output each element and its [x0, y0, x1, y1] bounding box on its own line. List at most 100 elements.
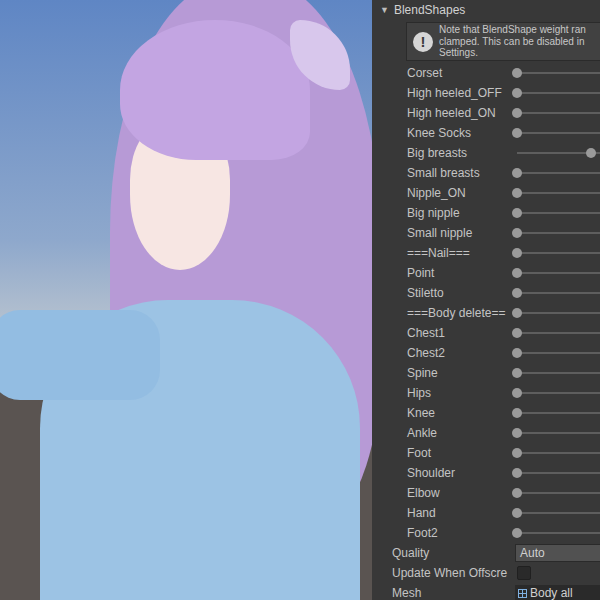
update-offscreen-row: Update When Offscre [372, 563, 600, 583]
slider-knob[interactable] [512, 248, 522, 258]
blendshape-slider[interactable] [512, 147, 600, 159]
slider-track [517, 352, 600, 354]
slider-knob[interactable] [512, 368, 522, 378]
slider-track [517, 272, 600, 274]
slider-knob[interactable] [512, 268, 522, 278]
blendshape-label: ===Nail=== [372, 246, 512, 260]
blendshape-slider[interactable] [512, 167, 600, 179]
blendshape-slider[interactable] [512, 327, 600, 339]
blendshape-slider[interactable] [512, 527, 600, 539]
blendshape-row: Small breasts [372, 163, 600, 183]
blendshape-slider[interactable] [512, 107, 600, 119]
blendshape-slider[interactable] [512, 447, 600, 459]
blendshape-slider[interactable] [512, 487, 600, 499]
slider-track [517, 72, 600, 74]
blendshape-row: Big breasts [372, 143, 600, 163]
character-bangs [120, 20, 310, 160]
slider-knob[interactable] [586, 148, 596, 158]
slider-knob[interactable] [512, 88, 522, 98]
blendshape-slider[interactable] [512, 187, 600, 199]
section-title: BlendShapes [394, 3, 465, 17]
blendshape-label: Stiletto [372, 286, 512, 300]
blendshape-slider[interactable] [512, 87, 600, 99]
slider-track [517, 212, 600, 214]
blendshape-slider[interactable] [512, 247, 600, 259]
blendshape-slider[interactable] [512, 367, 600, 379]
slider-knob[interactable] [512, 308, 522, 318]
slider-knob[interactable] [512, 428, 522, 438]
update-offscreen-checkbox[interactable] [517, 566, 531, 580]
slider-knob[interactable] [512, 128, 522, 138]
notice-text: Note that BlendShape weight ranclamped. … [439, 24, 586, 59]
blendshape-label: Hand [372, 506, 512, 520]
blendshape-slider[interactable] [512, 347, 600, 359]
blendshape-label: Big breasts [372, 146, 512, 160]
quality-dropdown[interactable]: Auto [515, 544, 600, 562]
blendshape-row: Nipple_ON [372, 183, 600, 203]
scene-view[interactable] [0, 0, 372, 600]
slider-knob[interactable] [512, 348, 522, 358]
blendshape-row: Stiletto [372, 283, 600, 303]
slider-knob[interactable] [512, 468, 522, 478]
slider-track [517, 92, 600, 94]
unity-editor: ▼ BlendShapes! Note that BlendShape weight… [0, 0, 600, 600]
blendshape-slider[interactable] [512, 67, 600, 79]
slider-knob[interactable] [512, 188, 522, 198]
slider-track [517, 172, 600, 174]
blendshape-label: Point [372, 266, 512, 280]
slider-track [517, 232, 600, 234]
slider-track [517, 492, 600, 494]
blendshape-row: Spine [372, 363, 600, 383]
blendshape-slider[interactable] [512, 227, 600, 239]
update-offscreen-label: Update When Offscre [372, 566, 515, 580]
blendshape-slider[interactable] [512, 307, 600, 319]
blendshape-row: Shoulder [372, 463, 600, 483]
blendshape-slider[interactable] [512, 507, 600, 519]
slider-knob[interactable] [512, 228, 522, 238]
slider-knob[interactable] [512, 208, 522, 218]
slider-knob[interactable] [512, 448, 522, 458]
blendshape-row: Knee [372, 403, 600, 423]
blendshape-slider[interactable] [512, 407, 600, 419]
slider-track [517, 472, 600, 474]
slider-knob[interactable] [512, 488, 522, 498]
slider-knob[interactable] [512, 108, 522, 118]
blendshape-slider[interactable] [512, 467, 600, 479]
slider-knob[interactable] [512, 288, 522, 298]
blendshape-row: Knee Socks [372, 123, 600, 143]
blendshape-row: ===Nail=== [372, 243, 600, 263]
slider-track [517, 112, 600, 114]
blendshape-row: Small nipple [372, 223, 600, 243]
blendshape-slider[interactable] [512, 387, 600, 399]
warning-icon: ! [413, 32, 433, 52]
blendshape-label: Small nipple [372, 226, 512, 240]
blendshape-label: Corset [372, 66, 512, 80]
blendshape-slider[interactable] [512, 267, 600, 279]
blendshape-label: Shoulder [372, 466, 512, 480]
foldout-icon[interactable]: ▼ [380, 5, 389, 15]
blendshape-label: High heeled_ON [372, 106, 512, 120]
slider-track [517, 192, 600, 194]
slider-knob[interactable] [512, 408, 522, 418]
slider-knob[interactable] [512, 528, 522, 538]
slider-track [517, 532, 600, 534]
blendshape-row: Foot [372, 443, 600, 463]
slider-track [517, 312, 600, 314]
slider-knob[interactable] [512, 388, 522, 398]
blendshape-row: Ankle [372, 423, 600, 443]
blendshapes-header[interactable]: ▼ BlendShapes [372, 0, 600, 20]
slider-knob[interactable] [512, 168, 522, 178]
blendshape-slider[interactable] [512, 427, 600, 439]
blendshape-slider[interactable] [512, 207, 600, 219]
slider-track [517, 512, 600, 514]
slider-knob[interactable] [512, 68, 522, 78]
slider-knob[interactable] [512, 508, 522, 518]
blendshape-label: Chest1 [372, 326, 512, 340]
blendshape-slider[interactable] [512, 287, 600, 299]
mesh-field[interactable]: Body all [515, 585, 600, 600]
quality-row: QualityAuto [372, 543, 600, 563]
blendshape-label: Hips [372, 386, 512, 400]
blendshape-slider[interactable] [512, 127, 600, 139]
blendshape-label: Chest2 [372, 346, 512, 360]
slider-knob[interactable] [512, 328, 522, 338]
